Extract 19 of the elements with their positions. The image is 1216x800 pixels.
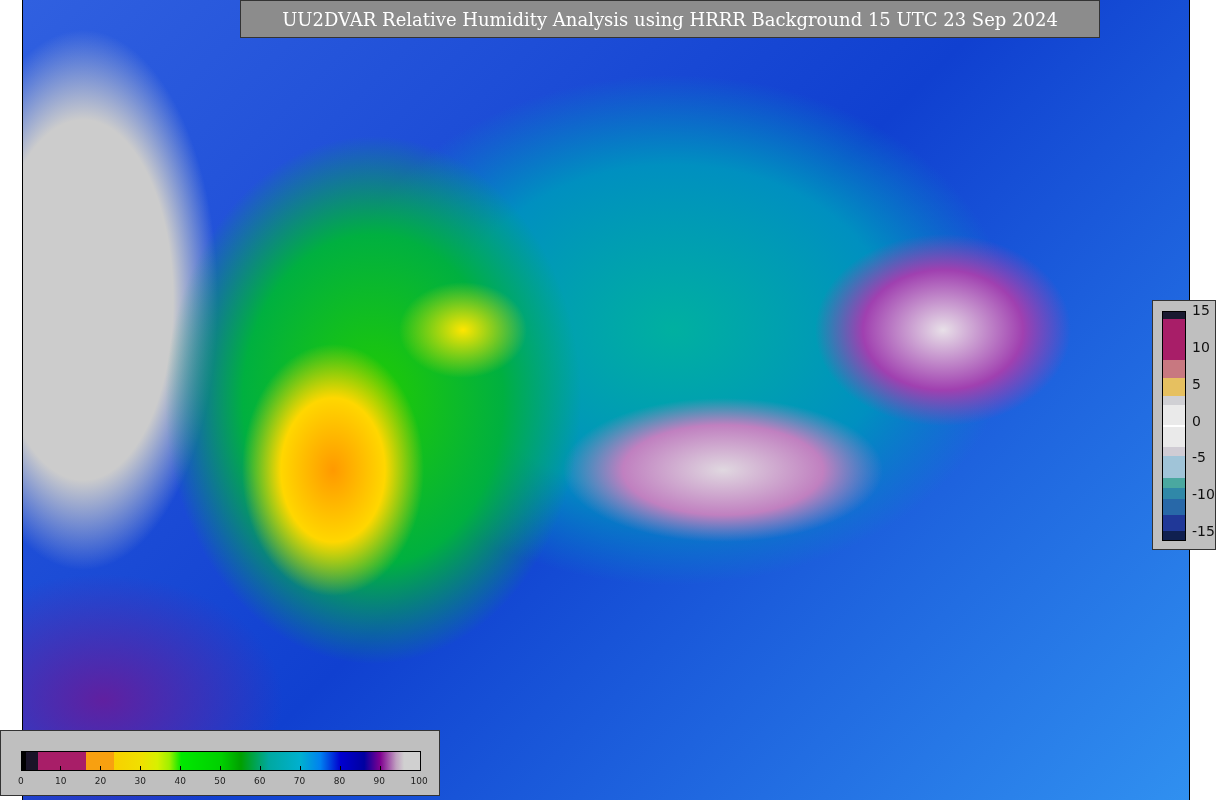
tick-label: 15	[1192, 301, 1211, 321]
tick-label: 80	[332, 776, 347, 786]
tick-label: -10	[1192, 484, 1215, 504]
tick-label: 10	[54, 776, 68, 786]
tick-label: 40	[173, 776, 187, 786]
tick-label: 10	[1192, 338, 1211, 358]
tick-label: -5	[1192, 448, 1207, 468]
tick-label: 100	[409, 776, 429, 786]
tick-label: 50	[213, 776, 227, 786]
tick-label: 70	[292, 776, 307, 786]
tick-label: 60	[253, 776, 267, 786]
tick-label: 20	[93, 776, 108, 786]
tick-label: 90	[372, 776, 386, 786]
tick-label: 0	[1192, 411, 1202, 431]
tick-label: 5	[1192, 374, 1202, 394]
map-title: UU2DVAR Relative Humidity Analysis using HRRR Background 15 UTC 23 Sep 2024	[240, 0, 1100, 38]
tick-label: -15	[1192, 521, 1215, 541]
tick-label: 0	[17, 776, 25, 786]
tick-label: 30	[133, 776, 148, 786]
